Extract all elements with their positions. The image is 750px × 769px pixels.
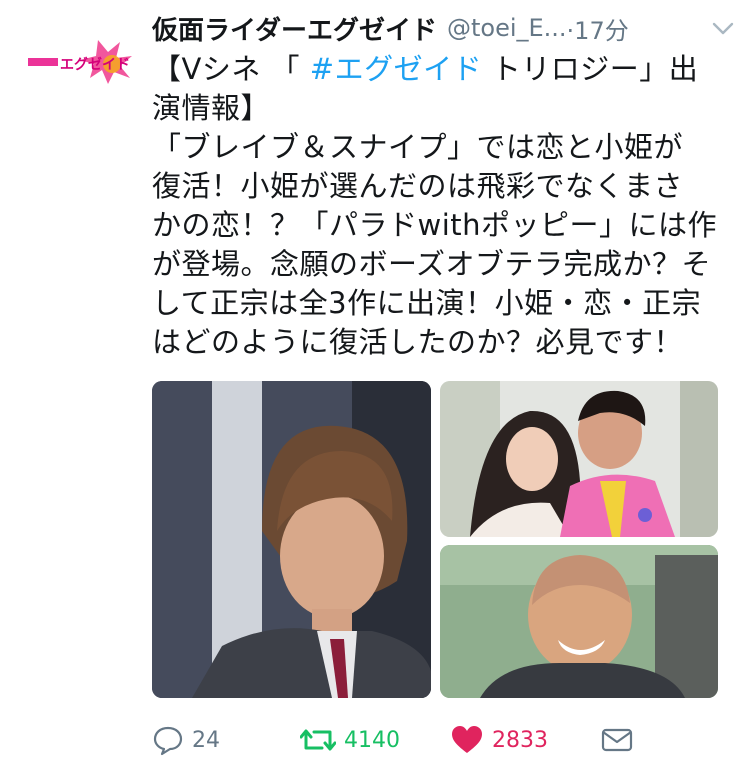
media-photo-man-in-suit[interactable]: [152, 381, 431, 698]
heart-icon: [452, 726, 482, 753]
account-avatar-logo[interactable]: エグゼイド: [28, 38, 138, 86]
tweet-text-line: 【Vシネ 「 #エグゼイド トリロジー」出: [152, 52, 699, 86]
tweet-media-grid: [152, 381, 718, 698]
tweet-text: 【Vシネ 「 #エグゼイド トリロジー」出 演情報】 「ブレイブ＆スナイプ」では…: [152, 50, 732, 362]
author-handle[interactable]: @toei_E...: [447, 14, 567, 42]
reply-bubble-icon: [153, 726, 183, 756]
envelope-icon: [601, 728, 633, 752]
tweet-text-line: して正宗は全3作に出演！小姫・恋・正宗: [152, 286, 702, 320]
tweet-text-line: が登場。念願のボーズオブテラ完成か？そ: [152, 247, 712, 281]
media-photo-couple[interactable]: [440, 381, 718, 537]
photo-illustration: [440, 545, 718, 698]
tweet-header: 仮面ライダーエグゼイド @toei_E... ·17分: [152, 8, 737, 48]
tweet-text-line: 復活！小姫が選んだのは飛彩でなくまさ: [152, 169, 684, 203]
photo-illustration: [440, 381, 718, 537]
svg-text:エグゼイド: エグゼイド: [60, 56, 130, 73]
tweet-text-line: はどのように復活したのか？必見です！: [152, 325, 684, 359]
retweet-count: 4140: [344, 727, 400, 753]
author-name[interactable]: 仮面ライダーエグゼイド: [152, 10, 437, 47]
retweet-icon: [300, 729, 336, 751]
like-button[interactable]: 2833: [450, 720, 548, 760]
tweet-text-line: 演情報】: [152, 91, 271, 125]
direct-message-button[interactable]: [600, 720, 634, 760]
chevron-down-icon[interactable]: [709, 14, 737, 42]
tweet-timestamp[interactable]: ·17分: [567, 11, 629, 46]
hashtag-link[interactable]: #エグゼイド: [310, 52, 482, 86]
like-count: 2833: [492, 727, 548, 753]
tweet-text-line: かの恋！？「パラドwithポッピー」には作: [152, 208, 718, 242]
retweet-button[interactable]: 4140: [300, 720, 400, 760]
tweet-text-line: 「ブレイブ＆スナイプ」では恋と小姫が: [152, 130, 684, 164]
kamen-rider-exaid-logo: エグゼイド: [28, 40, 132, 84]
tweet-action-bar: 24 4140 2833: [152, 720, 737, 760]
reply-button[interactable]: 24: [152, 720, 220, 760]
media-photo-smiling-man[interactable]: [440, 545, 718, 698]
reply-count: 24: [192, 727, 220, 753]
photo-illustration: [152, 381, 431, 698]
